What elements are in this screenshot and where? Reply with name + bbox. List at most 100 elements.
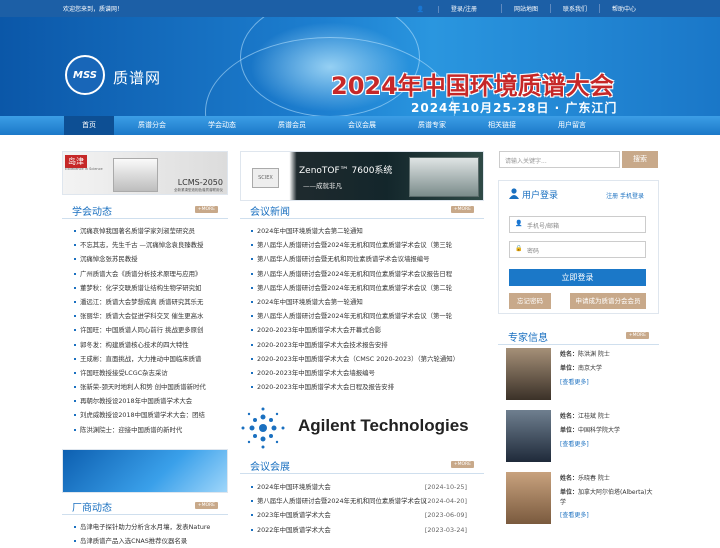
list-item[interactable]: 2024年中国环境质谱大会 [2024-10-25] bbox=[251, 480, 467, 494]
apply-member-button[interactable]: 申请成为质谱分会会员 bbox=[570, 293, 646, 309]
contact-link[interactable]: 联系我们 bbox=[549, 4, 599, 13]
site-logo[interactable]: MSS bbox=[65, 55, 105, 95]
shimadzu-ad[interactable]: 岛津 Excellence in Science LCMS-2050 全新紧凑型… bbox=[62, 151, 228, 195]
list-item[interactable]: 2020-2023年中国质谱学术大会技术报告安排 bbox=[251, 338, 477, 352]
expert-photo bbox=[506, 348, 551, 400]
nav-experts[interactable]: 质谱专家 bbox=[407, 116, 457, 135]
more-button[interactable]: +MORE bbox=[625, 332, 649, 339]
section-title: 会议会展 bbox=[250, 462, 290, 473]
sciex-logo: SCIEX bbox=[252, 168, 279, 188]
list-item[interactable]: 2023年中国质谱学术大会 [2023-06-09] bbox=[251, 508, 467, 522]
list-item[interactable]: 沉痛悼念张苏民教授 bbox=[74, 252, 224, 266]
list-item[interactable]: 岛津质谱产品入选CNAS推荐仪器名录 bbox=[74, 534, 224, 548]
register-links[interactable]: 注册 手机登录 bbox=[606, 191, 644, 200]
main-nav: 首页 质谱分会 学会动态 质谱会员 会议会展 质谱专家 相关链接 用户留言 bbox=[0, 116, 720, 135]
more-button[interactable]: +MORE bbox=[194, 206, 218, 213]
nav-messages[interactable]: 用户留言 bbox=[547, 116, 597, 135]
vendor-news-list: 岛津电子探针助力分析含水月壤，发表Nature 岛津质谱产品入选CNAS推荐仪器… bbox=[74, 520, 224, 548]
banner: MSS 质谱网 2024年中国环境质谱大会 2024年10月25-28日 · 广… bbox=[0, 17, 720, 116]
meeting-news-list: 2024年中国环境质谱大会第二轮通知 第八届华人质谱研讨会暨2024年无机和同位… bbox=[251, 224, 477, 394]
list-item[interactable]: 第八届华人质谱研讨会暨2024年无机和同位素质谱学术会议报告日程 bbox=[251, 267, 477, 281]
login-panel: 用户登录 注册 手机登录 手机号/邮箱 👤 密码 🔒 立即登录 忘记密码 申请成… bbox=[498, 180, 659, 314]
list-item[interactable]: 2024年中国环境质谱大会第二轮通知 bbox=[251, 224, 477, 238]
expert-card[interactable]: 姓名：陈洪渊 院士 单位：南京大学 [查看更多] bbox=[503, 348, 658, 404]
list-item[interactable]: 第八届华人质谱研讨会暨2024年无机和同位素质谱学术会议（第一轮 bbox=[251, 309, 477, 323]
section-title: 学会动态 bbox=[72, 207, 112, 218]
help-link[interactable]: 帮助中心 bbox=[598, 4, 648, 13]
list-item[interactable]: 陈洪渊院士：迎接中国质谱的新时代 bbox=[74, 423, 224, 437]
nav-members[interactable]: 质谱会员 bbox=[267, 116, 317, 135]
nav-branch[interactable]: 质谱分会 bbox=[127, 116, 177, 135]
user-icon: 👤 bbox=[416, 6, 426, 13]
sitemap-link[interactable]: 网站地图 bbox=[500, 4, 550, 13]
section-title: 会议新闻 bbox=[250, 207, 290, 218]
list-item[interactable]: 第八届华人质谱研讨会暨2024年无机和同位素质谱学术会议 [2024-04-20] bbox=[251, 494, 467, 508]
nav-home[interactable]: 首页 bbox=[64, 116, 114, 135]
list-item[interactable]: 不忘其志，先生千古 —沉痛悼念袁良臻教授 bbox=[74, 238, 224, 252]
expert-card[interactable]: 姓名：乐晓春 院士 单位：加拿大阿尔伯塔(Alberta)大学 [查看更多] bbox=[503, 472, 658, 538]
phone-input[interactable]: 手机号/邮箱 bbox=[509, 216, 646, 233]
login-register-link[interactable]: 👤 登录/注册 bbox=[393, 4, 501, 13]
expert-more-link[interactable]: [查看更多] bbox=[560, 509, 656, 523]
nav-society[interactable]: 学会动态 bbox=[197, 116, 247, 135]
list-item[interactable]: 刘虎威教授设2018中国质谱学术大会：团结 bbox=[74, 408, 224, 422]
expert-photo bbox=[506, 410, 551, 462]
list-item[interactable]: 张新荣-颈天时地利人和势 创中国质谱新时代 bbox=[74, 380, 224, 394]
list-item[interactable]: 再朝尔教授设2018年中国质谱学术大会 bbox=[74, 394, 224, 408]
list-item[interactable]: 广州质谱大会《质谱分析技术原理与应用》 bbox=[74, 267, 224, 281]
expo-header: 会议会展 +MORE bbox=[240, 458, 484, 474]
list-item[interactable]: 2020-2023年中国质谱学术大会（CMSC 2020-2023）（第六轮通知… bbox=[251, 352, 477, 366]
list-item[interactable]: 沉痛哀悼我国著名质谱学家刘淑莹研究员 bbox=[74, 224, 224, 238]
sciex-ad[interactable]: SCIEX ZenoTOF™ 7600系统 ——成就非凡 bbox=[240, 151, 484, 201]
user-icon bbox=[509, 188, 519, 199]
password-input[interactable]: 密码 bbox=[509, 241, 646, 258]
list-item[interactable]: 2020-2023年中国质谱学术大会墙报编号 bbox=[251, 366, 477, 380]
lock-icon: 🔒 bbox=[515, 245, 523, 252]
forgot-password-button[interactable]: 忘记密码 bbox=[509, 293, 551, 309]
agilent-logo-text: Agilent Technologies bbox=[298, 416, 469, 435]
expert-card[interactable]: 姓名：江桂斌 院士 单位：中国科学院大学 [查看更多] bbox=[503, 410, 658, 466]
more-button[interactable]: +MORE bbox=[194, 502, 218, 509]
meeting-news-header: 会议新闻 +MORE bbox=[240, 203, 484, 219]
search-button[interactable]: 搜索 bbox=[622, 151, 658, 168]
list-item[interactable]: 张丽华：质谱大会促进学科交叉 催生更高水 bbox=[74, 309, 224, 323]
list-item[interactable]: 许国旺：中国质谱人同心前行 挑战更多原创 bbox=[74, 323, 224, 337]
list-item[interactable]: 2020-2023年中国质谱学术大会开幕式合影 bbox=[251, 323, 477, 337]
list-item[interactable]: 2020-2023年中国质谱学术大会日程及报告安排 bbox=[251, 380, 477, 394]
search-input[interactable]: 请输入关键字... bbox=[499, 151, 620, 168]
society-news-list: 沉痛哀悼我国著名质谱学家刘淑莹研究员 不忘其志，先生千古 —沉痛悼念袁良臻教授 … bbox=[74, 224, 224, 437]
section-title: 厂商动态 bbox=[72, 503, 112, 514]
more-button[interactable]: +MORE bbox=[450, 206, 474, 213]
list-item[interactable]: 2022年中国质谱学术大会 [2023-03-24] bbox=[251, 523, 467, 537]
experts-header: 专家信息 +MORE bbox=[498, 329, 659, 345]
society-news-header: 学会动态 +MORE bbox=[62, 203, 228, 219]
list-item[interactable]: 2024年中国环境质谱大会第一轮通知 bbox=[251, 295, 477, 309]
nav-links[interactable]: 相关链接 bbox=[477, 116, 527, 135]
expert-photo bbox=[506, 472, 551, 524]
agilent-ad[interactable]: Agilent Technologies bbox=[240, 404, 484, 450]
instrument-image bbox=[113, 158, 158, 192]
list-item[interactable]: 第八届华人质谱研讨会暨2024年无机和同位素质谱学术会议（第三轮 bbox=[251, 238, 477, 252]
top-bar: 欢迎您来到，质谱网！ 👤 登录/注册 网站地图 联系我们 帮助中心 bbox=[0, 0, 720, 17]
expo-list: 2024年中国环境质谱大会 [2024-10-25] 第八届华人质谱研讨会暨202… bbox=[251, 480, 467, 537]
list-item[interactable]: 王成彬：直面挑战，大力推动中国临床质谱 bbox=[74, 352, 224, 366]
vendor-news-header: 厂商动态 +MORE bbox=[62, 499, 228, 515]
list-item[interactable]: 潘远江：质谱大会梦想成真 质谱研究其乐无 bbox=[74, 295, 224, 309]
list-item[interactable]: 郭冬发：构建质谱核心技术的四大特性 bbox=[74, 338, 224, 352]
expert-more-link[interactable]: [查看更多] bbox=[560, 438, 620, 452]
section-title: 专家信息 bbox=[508, 333, 548, 344]
list-item[interactable]: 第八届华人质谱研讨会暨2024年无机和同位素质谱学术会议（第二轮 bbox=[251, 281, 477, 295]
list-item[interactable]: 第八届华人质谱研讨会暨无机和同位素质谱学术会议墙报编号 bbox=[251, 252, 477, 266]
login-button[interactable]: 立即登录 bbox=[509, 269, 646, 286]
nav-meetings[interactable]: 会议会展 bbox=[337, 116, 387, 135]
instrument-image bbox=[409, 157, 479, 197]
more-button[interactable]: +MORE bbox=[450, 461, 474, 468]
list-item[interactable]: 许国旺教授接受LCGC杂志采访 bbox=[74, 366, 224, 380]
login-title: 用户登录 bbox=[522, 191, 559, 201]
site-name: 质谱网 bbox=[113, 69, 162, 87]
agilent-spark-icon bbox=[241, 407, 285, 449]
blue-banner-ad[interactable] bbox=[62, 449, 228, 493]
list-item[interactable]: 董梦秋：化学交联质谱让结构生物学研究如 bbox=[74, 281, 224, 295]
list-item[interactable]: 岛津电子探针助力分析含水月壤，发表Nature bbox=[74, 520, 224, 534]
expert-more-link[interactable]: [查看更多] bbox=[560, 376, 610, 390]
